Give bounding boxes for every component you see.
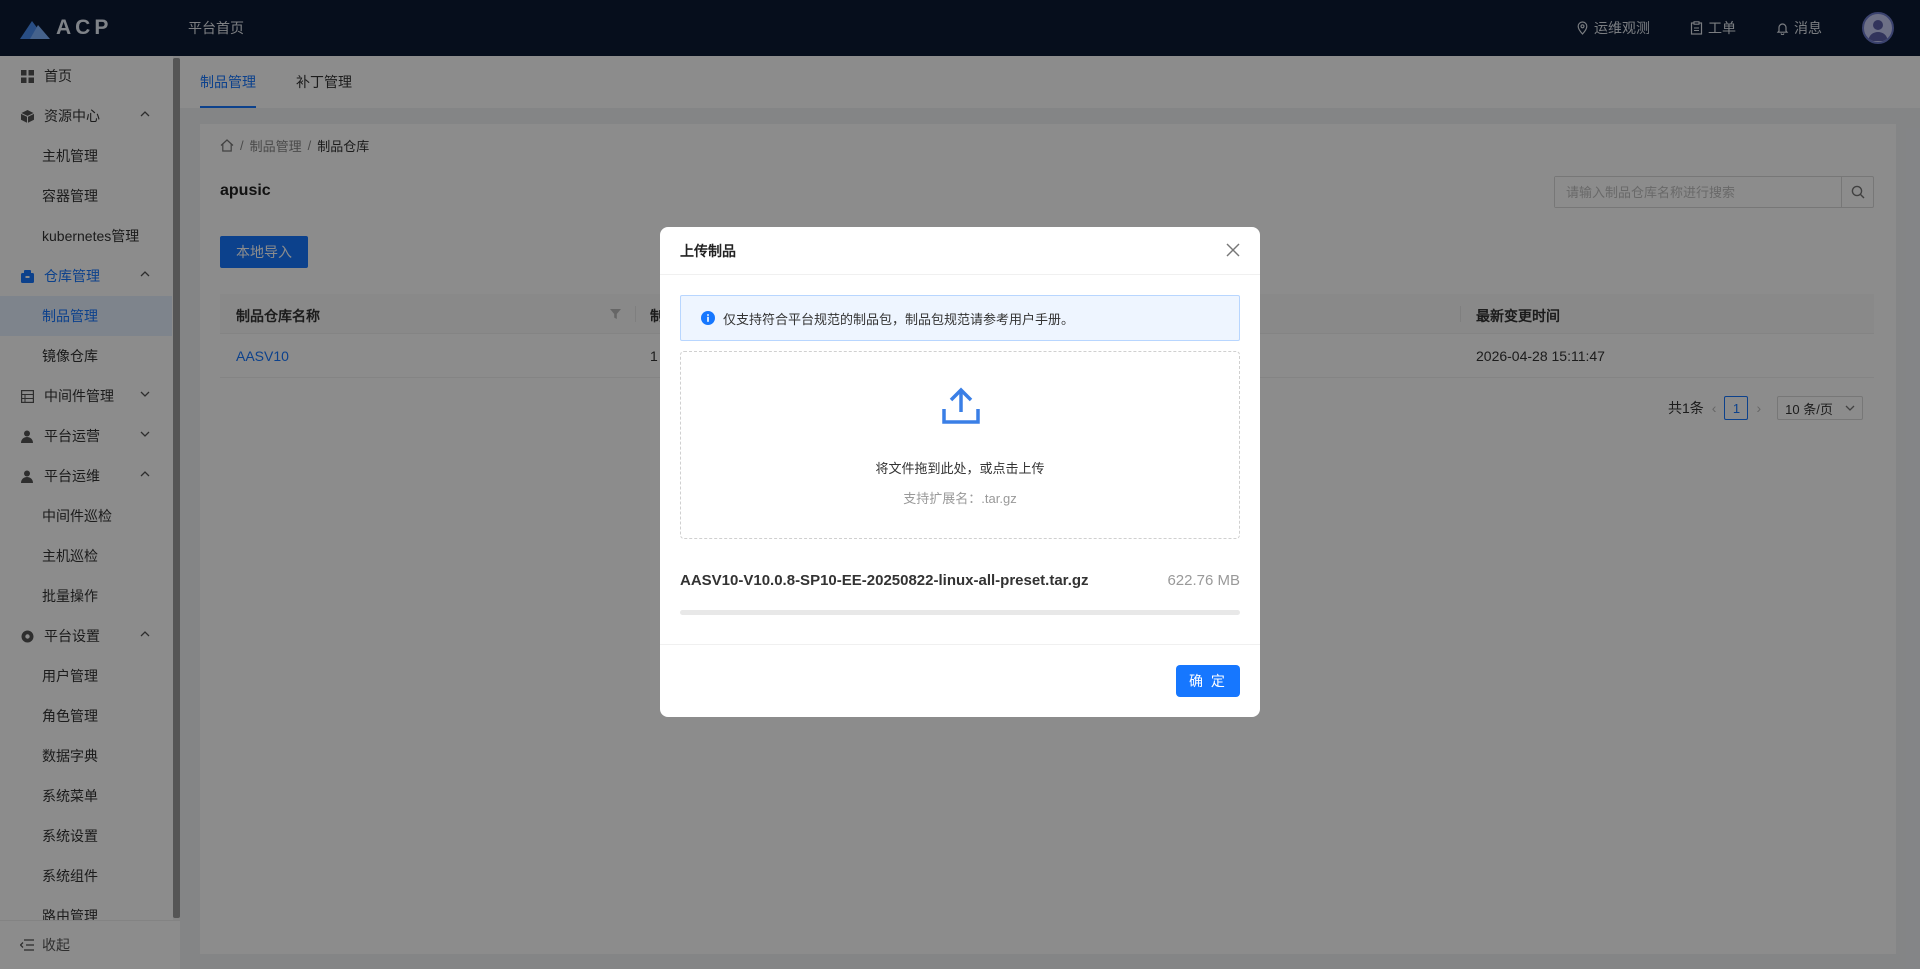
modal-footer: 确 定 (660, 644, 1260, 717)
upload-artifact-modal: 上传制品 仅支持符合平台规范的制品包，制品包规范请参考用户手册。 将文件拖到此处… (660, 227, 1260, 717)
uploaded-file-name: AASV10-V10.0.8-SP10-EE-20250822-linux-al… (680, 572, 1089, 589)
modal-title: 上传制品 (680, 242, 736, 259)
info-icon (701, 311, 715, 325)
dropzone-text: 将文件拖到此处，或点击上传 (875, 461, 1045, 476)
uploaded-file-size: 622.76 MB (1167, 572, 1240, 589)
close-icon[interactable] (1226, 243, 1240, 257)
upload-progress-bar (680, 610, 1240, 615)
info-alert: 仅支持符合平台规范的制品包，制品包规范请参考用户手册。 (680, 295, 1240, 341)
info-alert-text: 仅支持符合平台规范的制品包，制品包规范请参考用户手册。 (723, 311, 1075, 327)
confirm-button[interactable]: 确 定 (1176, 665, 1240, 697)
modal-header: 上传制品 (660, 227, 1260, 275)
upload-dropzone[interactable]: 将文件拖到此处，或点击上传 支持扩展名：.tar.gz (680, 351, 1240, 539)
upload-progress-fill (680, 610, 1240, 615)
upload-icon (942, 387, 980, 424)
dropzone-hint: 支持扩展名：.tar.gz (903, 491, 1017, 506)
